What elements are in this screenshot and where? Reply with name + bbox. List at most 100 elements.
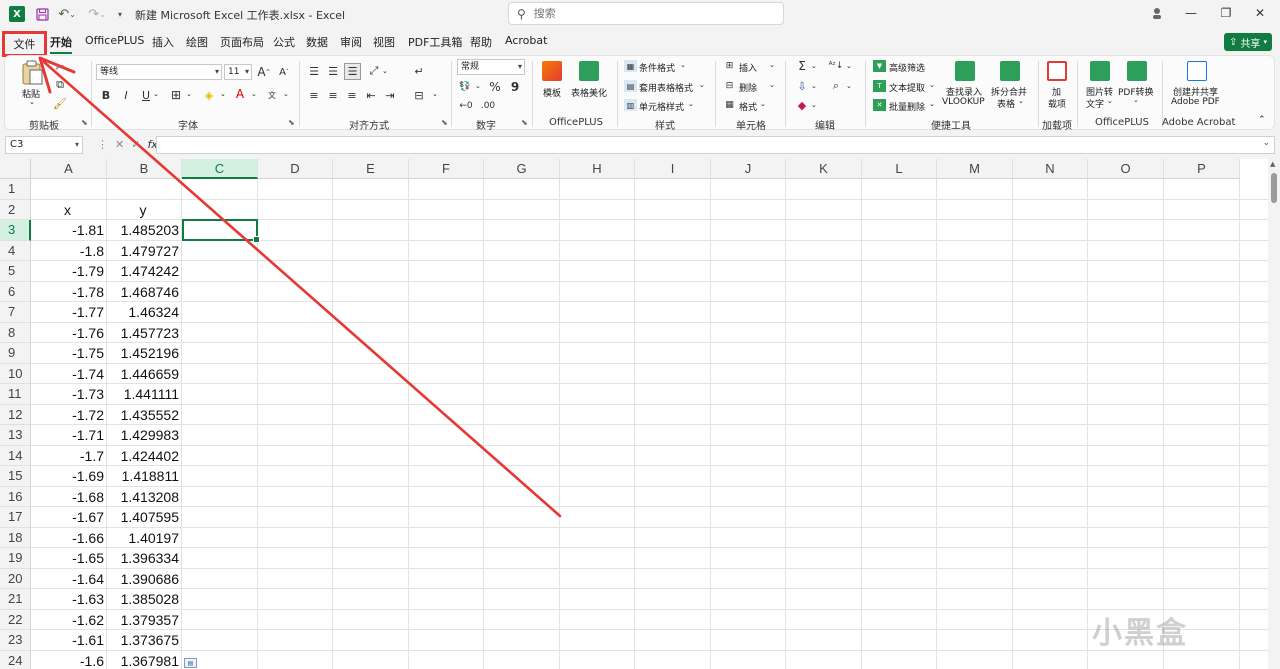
increase-decimal-icon[interactable]: ←0 — [458, 99, 474, 113]
vertical-scrollbar[interactable]: ▲ — [1268, 159, 1280, 669]
cell-styles-label[interactable]: 单元格样式 — [639, 100, 684, 113]
cell-a9[interactable]: -1.75 — [31, 343, 107, 363]
align-middle-icon[interactable]: ☰ — [326, 64, 340, 78]
fill-chevron-icon[interactable]: ⌄ — [220, 90, 226, 98]
phonetic-icon[interactable]: 文 — [264, 87, 280, 103]
cell-a3[interactable]: -1.81 — [31, 220, 107, 240]
cell-a17[interactable]: -1.67 — [31, 507, 107, 527]
cancel-icon[interactable]: ✕ — [115, 138, 124, 151]
conditional-format-icon[interactable]: ▦ — [624, 60, 637, 72]
font-launcher-icon[interactable]: ⬊ — [288, 118, 295, 127]
delete-cells-label[interactable]: 删除 — [739, 81, 757, 94]
tab-draw[interactable]: 绘图 — [186, 34, 208, 50]
undo-icon[interactable]: ↶ ⌄ — [56, 6, 78, 22]
cell-b6[interactable]: 1.468746 — [107, 282, 182, 302]
cell-a19[interactable]: -1.65 — [31, 548, 107, 568]
row-header-19[interactable]: 19 — [0, 548, 31, 569]
phonetic-chevron-icon[interactable]: ⌄ — [283, 90, 289, 98]
table-beautify-icon[interactable] — [579, 61, 599, 81]
insert-cells-label[interactable]: 插入 — [739, 61, 757, 74]
format-cells-icon[interactable]: ▦ — [723, 99, 736, 111]
chevron-down-icon[interactable]: ⌄ — [811, 62, 817, 70]
format-painter-icon[interactable]: 🖌 — [53, 96, 67, 110]
column-header-d[interactable]: D — [258, 159, 333, 179]
minimize-icon[interactable]: — — [1179, 3, 1203, 23]
column-header-c[interactable]: C — [182, 159, 258, 179]
cell-b13[interactable]: 1.429983 — [107, 425, 182, 445]
cell-a5[interactable]: -1.79 — [31, 261, 107, 281]
tab-insert[interactable]: 插入 — [152, 34, 174, 50]
split-merge-label-line2[interactable]: 表格 — [997, 97, 1015, 110]
cell-a8[interactable]: -1.76 — [31, 323, 107, 343]
chevron-down-icon[interactable]: ⌄ — [846, 62, 852, 70]
active-cell-cursor[interactable] — [182, 219, 260, 243]
fill-color-icon[interactable]: ◈ — [201, 87, 217, 103]
image-to-text-icon[interactable] — [1090, 61, 1110, 81]
comma-style-button[interactable]: 9 — [510, 80, 520, 94]
paste-icon[interactable] — [19, 60, 45, 86]
chevron-down-icon[interactable]: ⌄ — [769, 61, 775, 69]
chevron-down-icon[interactable]: ⌄ — [1107, 97, 1113, 105]
column-header-e[interactable]: E — [333, 159, 409, 179]
advanced-filter-label[interactable]: 高级筛选 — [889, 61, 925, 74]
cell-b8[interactable]: 1.457723 — [107, 323, 182, 343]
cell-a15[interactable]: -1.69 — [31, 466, 107, 486]
row-header-7[interactable]: 7 — [0, 302, 31, 323]
row-header-3[interactable]: 3 — [0, 220, 31, 241]
format-as-table-icon[interactable]: ▤ — [624, 80, 637, 92]
chevron-down-icon[interactable]: ⌄ — [929, 100, 935, 108]
delete-cells-icon[interactable]: ⊟ — [723, 80, 736, 92]
cell-a16[interactable]: -1.68 — [31, 487, 107, 507]
chevron-down-icon[interactable]: ⌄ — [929, 81, 935, 89]
tab-home[interactable]: 开始 — [50, 34, 72, 54]
align-right-icon[interactable]: ≡ — [345, 88, 359, 102]
share-button[interactable]: ⇪ 共享 ▾ — [1224, 33, 1272, 51]
cell-b7[interactable]: 1.46324 — [107, 302, 182, 322]
text-extract-label[interactable]: 文本提取 — [889, 81, 925, 94]
column-header-h[interactable]: H — [560, 159, 635, 179]
expand-formula-icon[interactable]: ⌄ — [1262, 138, 1270, 148]
cell-a12[interactable]: -1.72 — [31, 405, 107, 425]
vlookup-icon[interactable] — [955, 61, 975, 81]
cell-b21[interactable]: 1.385028 — [107, 589, 182, 609]
underline-chevron-icon[interactable]: ⌄ — [153, 90, 159, 98]
name-box[interactable]: C3 ▾ — [5, 136, 83, 154]
chevron-down-icon[interactable]: ⌄ — [699, 81, 705, 89]
increase-font-icon[interactable]: A ^ — [256, 64, 272, 80]
cell-a10[interactable]: -1.74 — [31, 364, 107, 384]
addins-label-line2[interactable]: 载项 — [1048, 97, 1066, 110]
collapse-ribbon-icon[interactable]: ⌃ — [1258, 115, 1266, 125]
cell-a2[interactable]: x — [31, 200, 107, 220]
decrease-decimal-icon[interactable]: .00 — [480, 99, 496, 113]
copy-icon[interactable]: ⧉ — [53, 78, 67, 92]
row-header-20[interactable]: 20 — [0, 568, 31, 589]
pdf-convert-icon[interactable] — [1127, 61, 1147, 81]
row-header-8[interactable]: 8 — [0, 322, 31, 343]
enter-icon[interactable]: ✓ — [131, 138, 140, 151]
chevron-down-icon[interactable]: ⌄ — [811, 101, 817, 109]
cell-b2[interactable]: y — [107, 200, 182, 220]
quick-analysis-icon[interactable]: ▤ — [184, 658, 197, 668]
borders-icon[interactable]: ⊞ — [168, 87, 184, 103]
split-merge-icon[interactable] — [1000, 61, 1020, 81]
worksheet-grid[interactable]: ABCDEFGHIJKLMNOP 1 2 3 4 5 6 7 8 9 10 11 12 13 14 15 16… — [0, 159, 1268, 669]
cell-a7[interactable]: -1.77 — [31, 302, 107, 322]
column-header-n[interactable]: N — [1013, 159, 1088, 179]
currency-icon[interactable]: 💱 — [457, 80, 473, 94]
tab-acrobat[interactable]: Acrobat — [505, 34, 547, 47]
text-extract-icon[interactable]: T — [873, 80, 886, 92]
cell-b20[interactable]: 1.390686 — [107, 569, 182, 589]
templates-icon[interactable] — [542, 61, 562, 81]
percent-button[interactable]: % — [488, 80, 502, 94]
column-header-a[interactable]: A — [31, 159, 107, 179]
row-header-16[interactable]: 16 — [0, 486, 31, 507]
copilot-avatar-icon[interactable] — [1145, 3, 1169, 23]
vlookup-label-line2[interactable]: VLOOKUP — [942, 97, 985, 107]
cell-a22[interactable]: -1.62 — [31, 610, 107, 630]
chevron-down-icon[interactable]: ⌄ — [680, 61, 686, 69]
tab-view[interactable]: 视图 — [373, 34, 395, 50]
chevron-down-icon[interactable]: ⌄ — [1133, 96, 1139, 104]
font-color-icon[interactable]: A — [232, 86, 248, 102]
column-header-p[interactable]: P — [1164, 159, 1240, 179]
cell-a4[interactable]: -1.8 — [31, 241, 107, 261]
